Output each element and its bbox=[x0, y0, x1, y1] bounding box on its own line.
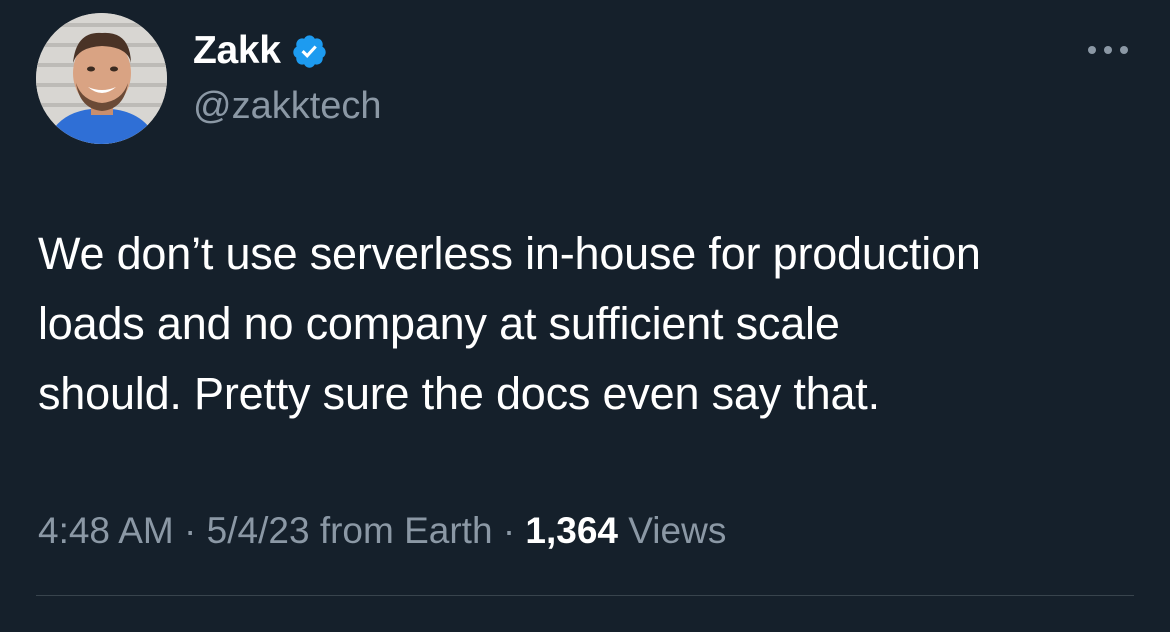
tweet-text-line: We don’t use serverless in-house for pro… bbox=[38, 228, 981, 279]
views-label[interactable]: Views bbox=[628, 510, 726, 551]
tweet-text-line: should. Pretty sure the docs even say th… bbox=[38, 368, 880, 419]
more-dots-icon bbox=[1088, 46, 1128, 54]
views-count[interactable]: 1,364 bbox=[525, 510, 618, 551]
tweet-date[interactable]: 5/4/23 bbox=[207, 510, 310, 551]
tweet-time[interactable]: 4:48 AM bbox=[38, 510, 174, 551]
meta-separator: · bbox=[502, 510, 516, 551]
tweet-source: from Earth bbox=[319, 510, 493, 551]
divider bbox=[36, 595, 1134, 596]
more-options-button[interactable] bbox=[1082, 38, 1134, 62]
avatar-image bbox=[36, 13, 167, 144]
meta-separator: · bbox=[184, 510, 197, 551]
tweet-meta: 4:48 AM · 5/4/23 from Earth · 1,364 View… bbox=[38, 505, 726, 557]
verified-badge-icon[interactable] bbox=[291, 33, 328, 70]
tweet-text: We don’t use serverless in-house for pro… bbox=[38, 219, 1138, 429]
author-handle[interactable]: @zakktech bbox=[193, 83, 382, 129]
avatar[interactable] bbox=[36, 13, 167, 144]
author-name-row: Zakk bbox=[193, 27, 328, 75]
display-name[interactable]: Zakk bbox=[193, 27, 281, 75]
tweet-text-line: loads and no company at sufficient scale bbox=[38, 298, 840, 349]
